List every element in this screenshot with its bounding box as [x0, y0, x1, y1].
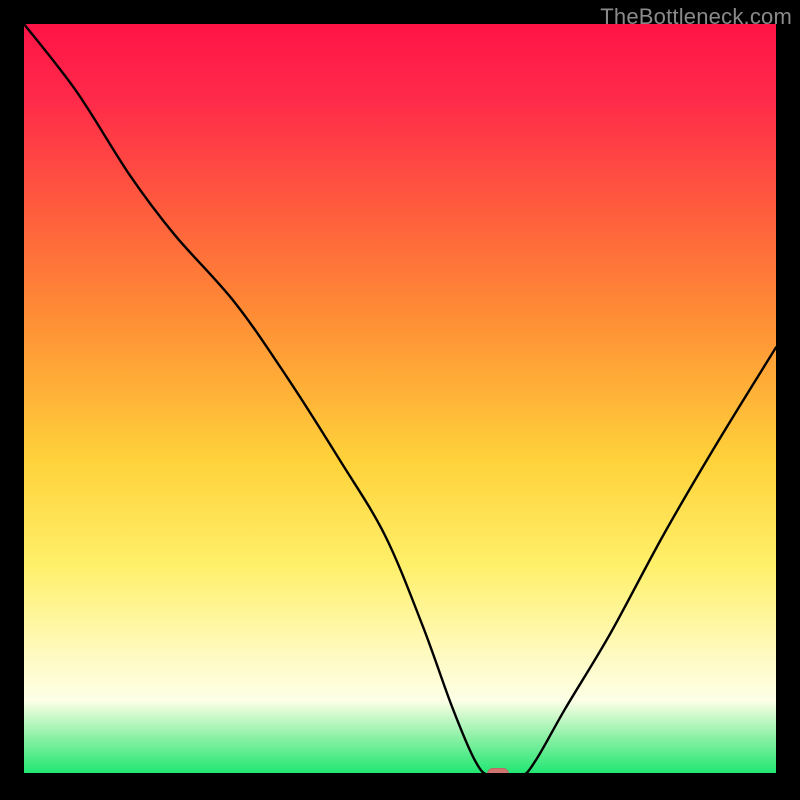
chart-stage: TheBottleneck.com [0, 0, 800, 800]
bottleneck-curve [24, 24, 776, 776]
plot-area [24, 24, 776, 776]
x-axis-baseline [24, 773, 776, 776]
